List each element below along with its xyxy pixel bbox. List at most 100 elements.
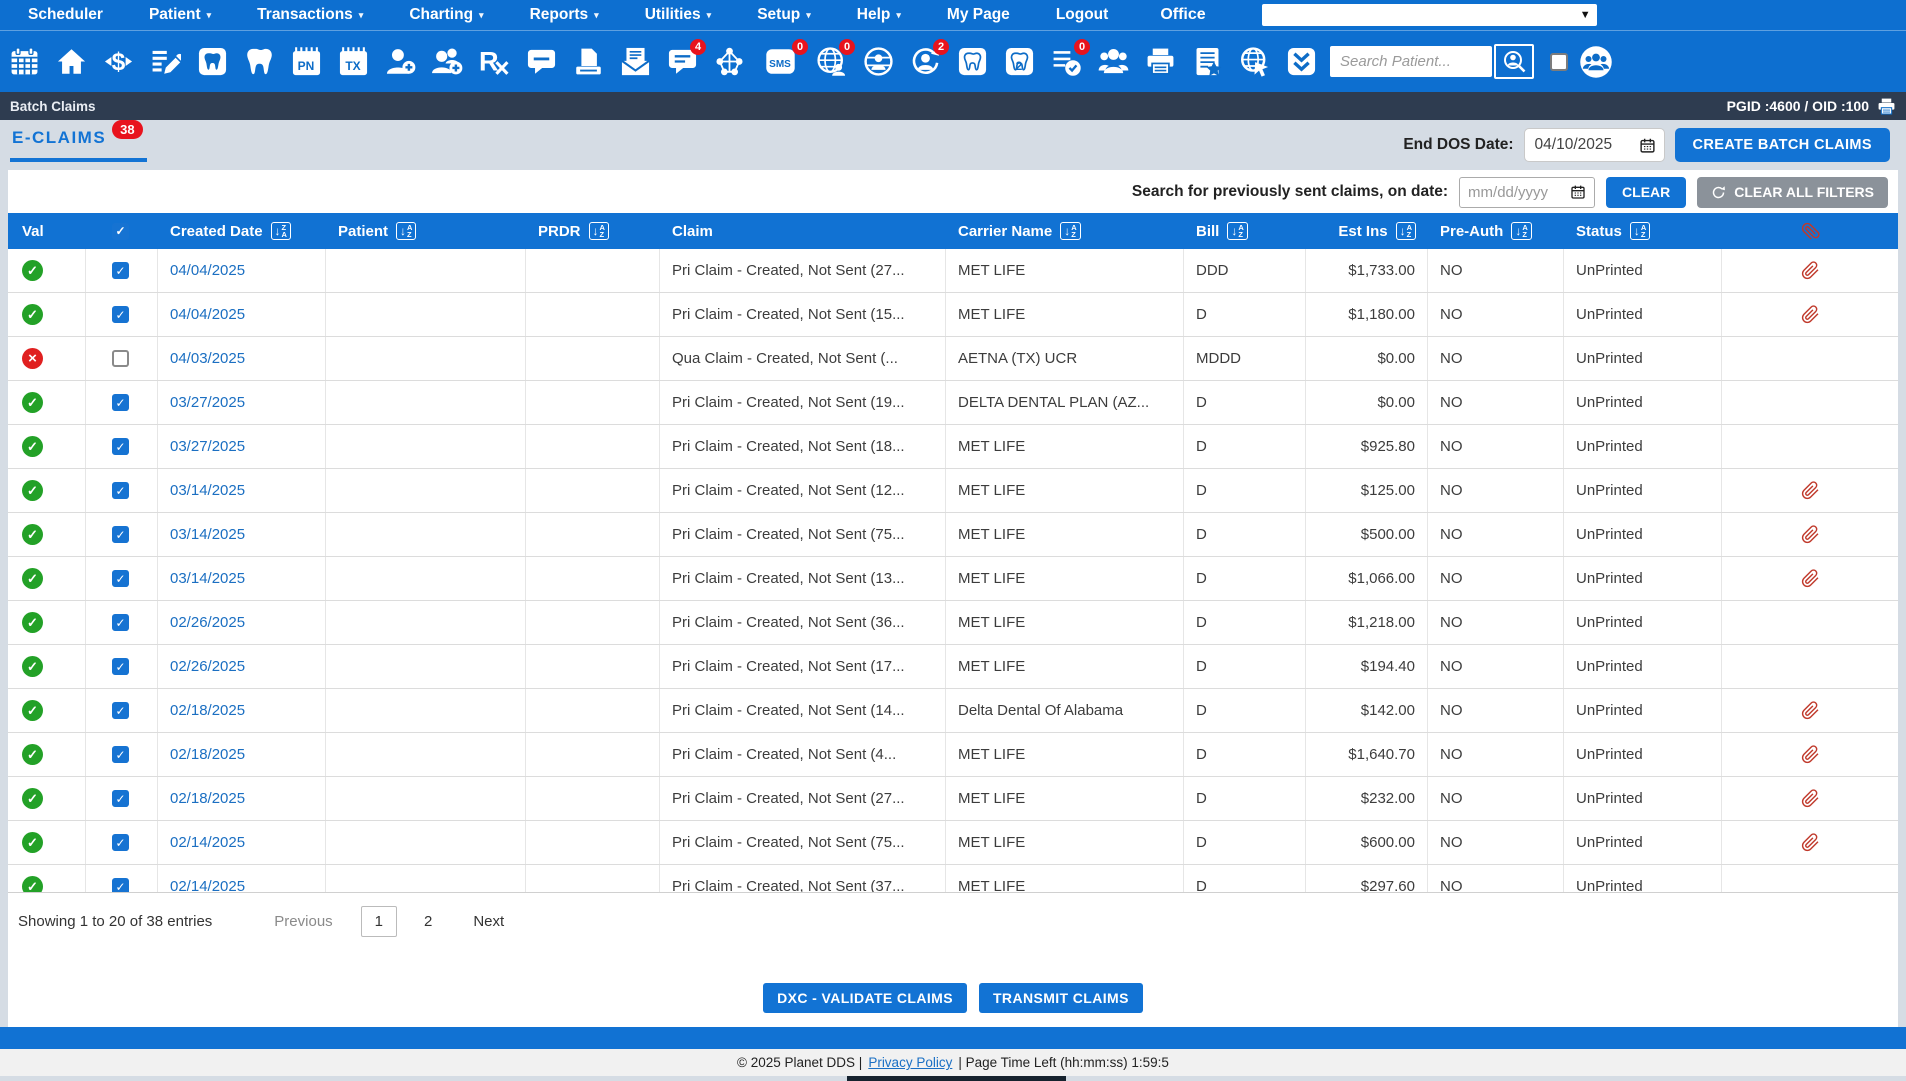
toolbar-checkbox[interactable] bbox=[1550, 53, 1568, 71]
patient-portal-icon[interactable] bbox=[861, 45, 895, 79]
document-star-icon[interactable] bbox=[1190, 45, 1224, 79]
create-batch-claims-button[interactable]: CREATE BATCH CLAIMS bbox=[1675, 128, 1890, 162]
patient-sync-icon[interactable]: 2 bbox=[908, 45, 942, 79]
created-date-link[interactable]: 03/14/2025 bbox=[170, 482, 245, 499]
row-checkbox[interactable]: ✓ bbox=[112, 614, 129, 631]
calendar-icon[interactable] bbox=[1570, 184, 1586, 200]
sort-icon[interactable]: ↓AZ bbox=[1227, 222, 1247, 240]
chart-tooth-icon[interactable] bbox=[195, 45, 229, 79]
progress-notes-icon[interactable]: PN bbox=[289, 45, 323, 79]
tooth-chart-icon[interactable] bbox=[955, 45, 989, 79]
menu-item-scheduler[interactable]: Scheduler bbox=[28, 6, 103, 24]
row-checkbox[interactable]: ✓ bbox=[112, 438, 129, 455]
sort-icon[interactable]: ↓AZ bbox=[1396, 222, 1416, 240]
office-patients-icon[interactable] bbox=[1578, 44, 1614, 80]
created-date-link[interactable]: 02/26/2025 bbox=[170, 614, 245, 631]
home-icon[interactable] bbox=[54, 45, 88, 79]
clear-button[interactable]: CLEAR bbox=[1606, 177, 1686, 208]
patient-search-input[interactable] bbox=[1330, 46, 1492, 77]
menu-item-utilities[interactable]: Utilities▾ bbox=[645, 6, 712, 24]
print-page-icon[interactable] bbox=[1877, 97, 1896, 116]
tab-eclaims[interactable]: E-CLAIMS 38 bbox=[10, 128, 147, 162]
created-date-link[interactable]: 02/18/2025 bbox=[170, 746, 245, 763]
sort-icon[interactable]: ↓ZA bbox=[271, 222, 291, 240]
created-date-link[interactable]: 04/04/2025 bbox=[170, 306, 245, 323]
created-date-link[interactable]: 03/27/2025 bbox=[170, 438, 245, 455]
row-checkbox[interactable]: ✓ bbox=[112, 746, 129, 763]
row-checkbox[interactable]: ✓ bbox=[112, 394, 129, 411]
row-checkbox[interactable]: ✓ bbox=[112, 482, 129, 499]
created-date-link[interactable]: 02/18/2025 bbox=[170, 790, 245, 807]
row-checkbox[interactable]: ✓ bbox=[112, 702, 129, 719]
payments-icon[interactable] bbox=[101, 45, 135, 79]
referral-network-icon[interactable] bbox=[712, 45, 746, 79]
dxc-validate-claims-button[interactable]: DXC - VALIDATE CLAIMS bbox=[763, 983, 967, 1013]
header-created-date[interactable]: Created Date ↓ZA bbox=[158, 213, 326, 249]
sort-icon[interactable]: ↓AZ bbox=[1630, 222, 1650, 240]
row-checkbox[interactable]: ✓ bbox=[112, 526, 129, 543]
page-button-2[interactable]: 2 bbox=[411, 907, 445, 936]
menu-item-logout[interactable]: Logout bbox=[1056, 6, 1109, 24]
row-checkbox[interactable]: ✓ bbox=[112, 878, 129, 893]
mail-letter-icon[interactable] bbox=[618, 45, 652, 79]
menu-item-setup[interactable]: Setup▾ bbox=[757, 6, 811, 24]
created-date-link[interactable]: 04/04/2025 bbox=[170, 262, 245, 279]
fax-documents-icon[interactable] bbox=[571, 45, 605, 79]
calendar-icon[interactable] bbox=[1639, 137, 1656, 154]
header-patient[interactable]: Patient ↓AZ bbox=[326, 213, 526, 249]
ledger-edit-icon[interactable] bbox=[148, 45, 182, 79]
perio-tooth-icon[interactable] bbox=[242, 45, 276, 79]
menu-item-my-page[interactable]: My Page bbox=[947, 6, 1010, 24]
header-carrier-name[interactable]: Carrier Name ↓AZ bbox=[946, 213, 1184, 249]
created-date-link[interactable]: 02/18/2025 bbox=[170, 702, 245, 719]
menu-item-reports[interactable]: Reports▾ bbox=[530, 6, 599, 24]
row-checkbox[interactable] bbox=[112, 350, 129, 367]
attachment-paperclip-icon[interactable] bbox=[1801, 833, 1820, 852]
sort-icon[interactable]: ↓AZ bbox=[1511, 222, 1531, 240]
privacy-policy-link[interactable]: Privacy Policy bbox=[868, 1055, 952, 1070]
attachment-paperclip-icon[interactable] bbox=[1801, 701, 1820, 720]
sort-icon[interactable]: ↓AZ bbox=[1060, 222, 1080, 240]
header-prdr[interactable]: PRDR ↓AZ bbox=[526, 213, 660, 249]
more-tools-icon[interactable] bbox=[1284, 45, 1318, 79]
end-dos-date-input[interactable] bbox=[1535, 136, 1633, 154]
office-select[interactable]: ▼ bbox=[1262, 4, 1597, 26]
add-patient-icon[interactable] bbox=[383, 45, 417, 79]
created-date-link[interactable]: 02/14/2025 bbox=[170, 878, 245, 893]
created-date-link[interactable]: 04/03/2025 bbox=[170, 350, 245, 367]
row-checkbox[interactable]: ✓ bbox=[112, 834, 129, 851]
attachment-paperclip-icon[interactable] bbox=[1801, 481, 1820, 500]
row-checkbox[interactable]: ✓ bbox=[112, 658, 129, 675]
menu-item-help[interactable]: Help▾ bbox=[857, 6, 901, 24]
row-checkbox[interactable]: ✓ bbox=[112, 306, 129, 323]
header-claim[interactable]: Claim bbox=[660, 213, 946, 249]
header-val[interactable]: Val bbox=[8, 213, 86, 249]
header-bill[interactable]: Bill ↓AZ bbox=[1184, 213, 1306, 249]
web-portal-icon[interactable] bbox=[1237, 45, 1271, 79]
attachment-paperclip-icon[interactable] bbox=[1801, 789, 1820, 808]
header-pre-auth[interactable]: Pre-Auth ↓AZ bbox=[1428, 213, 1564, 249]
notes-icon[interactable] bbox=[524, 45, 558, 79]
sort-icon[interactable]: ↓AZ bbox=[589, 222, 609, 240]
treatment-plan-icon[interactable]: TX bbox=[336, 45, 370, 79]
menu-item-charting[interactable]: Charting▾ bbox=[409, 6, 483, 24]
previous-page-button[interactable]: Previous bbox=[274, 913, 332, 930]
page-button-1[interactable]: 1 bbox=[361, 906, 397, 937]
header-status[interactable]: Status ↓AZ bbox=[1564, 213, 1722, 249]
print-icon[interactable] bbox=[1143, 45, 1177, 79]
attachment-paperclip-icon[interactable] bbox=[1801, 569, 1820, 588]
sort-icon[interactable]: ↓AZ bbox=[396, 222, 416, 240]
created-date-link[interactable]: 03/27/2025 bbox=[170, 394, 245, 411]
row-checkbox[interactable]: ✓ bbox=[112, 570, 129, 587]
created-date-link[interactable]: 02/26/2025 bbox=[170, 658, 245, 675]
row-checkbox[interactable]: ✓ bbox=[112, 790, 129, 807]
row-checkbox[interactable]: ✓ bbox=[112, 262, 129, 279]
transmit-claims-button[interactable]: TRANSMIT CLAIMS bbox=[979, 983, 1143, 1013]
web-requests-icon[interactable]: 0 bbox=[814, 45, 848, 79]
attachment-paperclip-icon[interactable] bbox=[1801, 261, 1820, 280]
messages-icon[interactable]: 4 bbox=[665, 45, 699, 79]
menu-item-transactions[interactable]: Transactions▾ bbox=[257, 6, 363, 24]
created-date-link[interactable]: 03/14/2025 bbox=[170, 570, 245, 587]
menu-item-patient[interactable]: Patient▾ bbox=[149, 6, 211, 24]
staff-group-icon[interactable] bbox=[1096, 45, 1130, 79]
